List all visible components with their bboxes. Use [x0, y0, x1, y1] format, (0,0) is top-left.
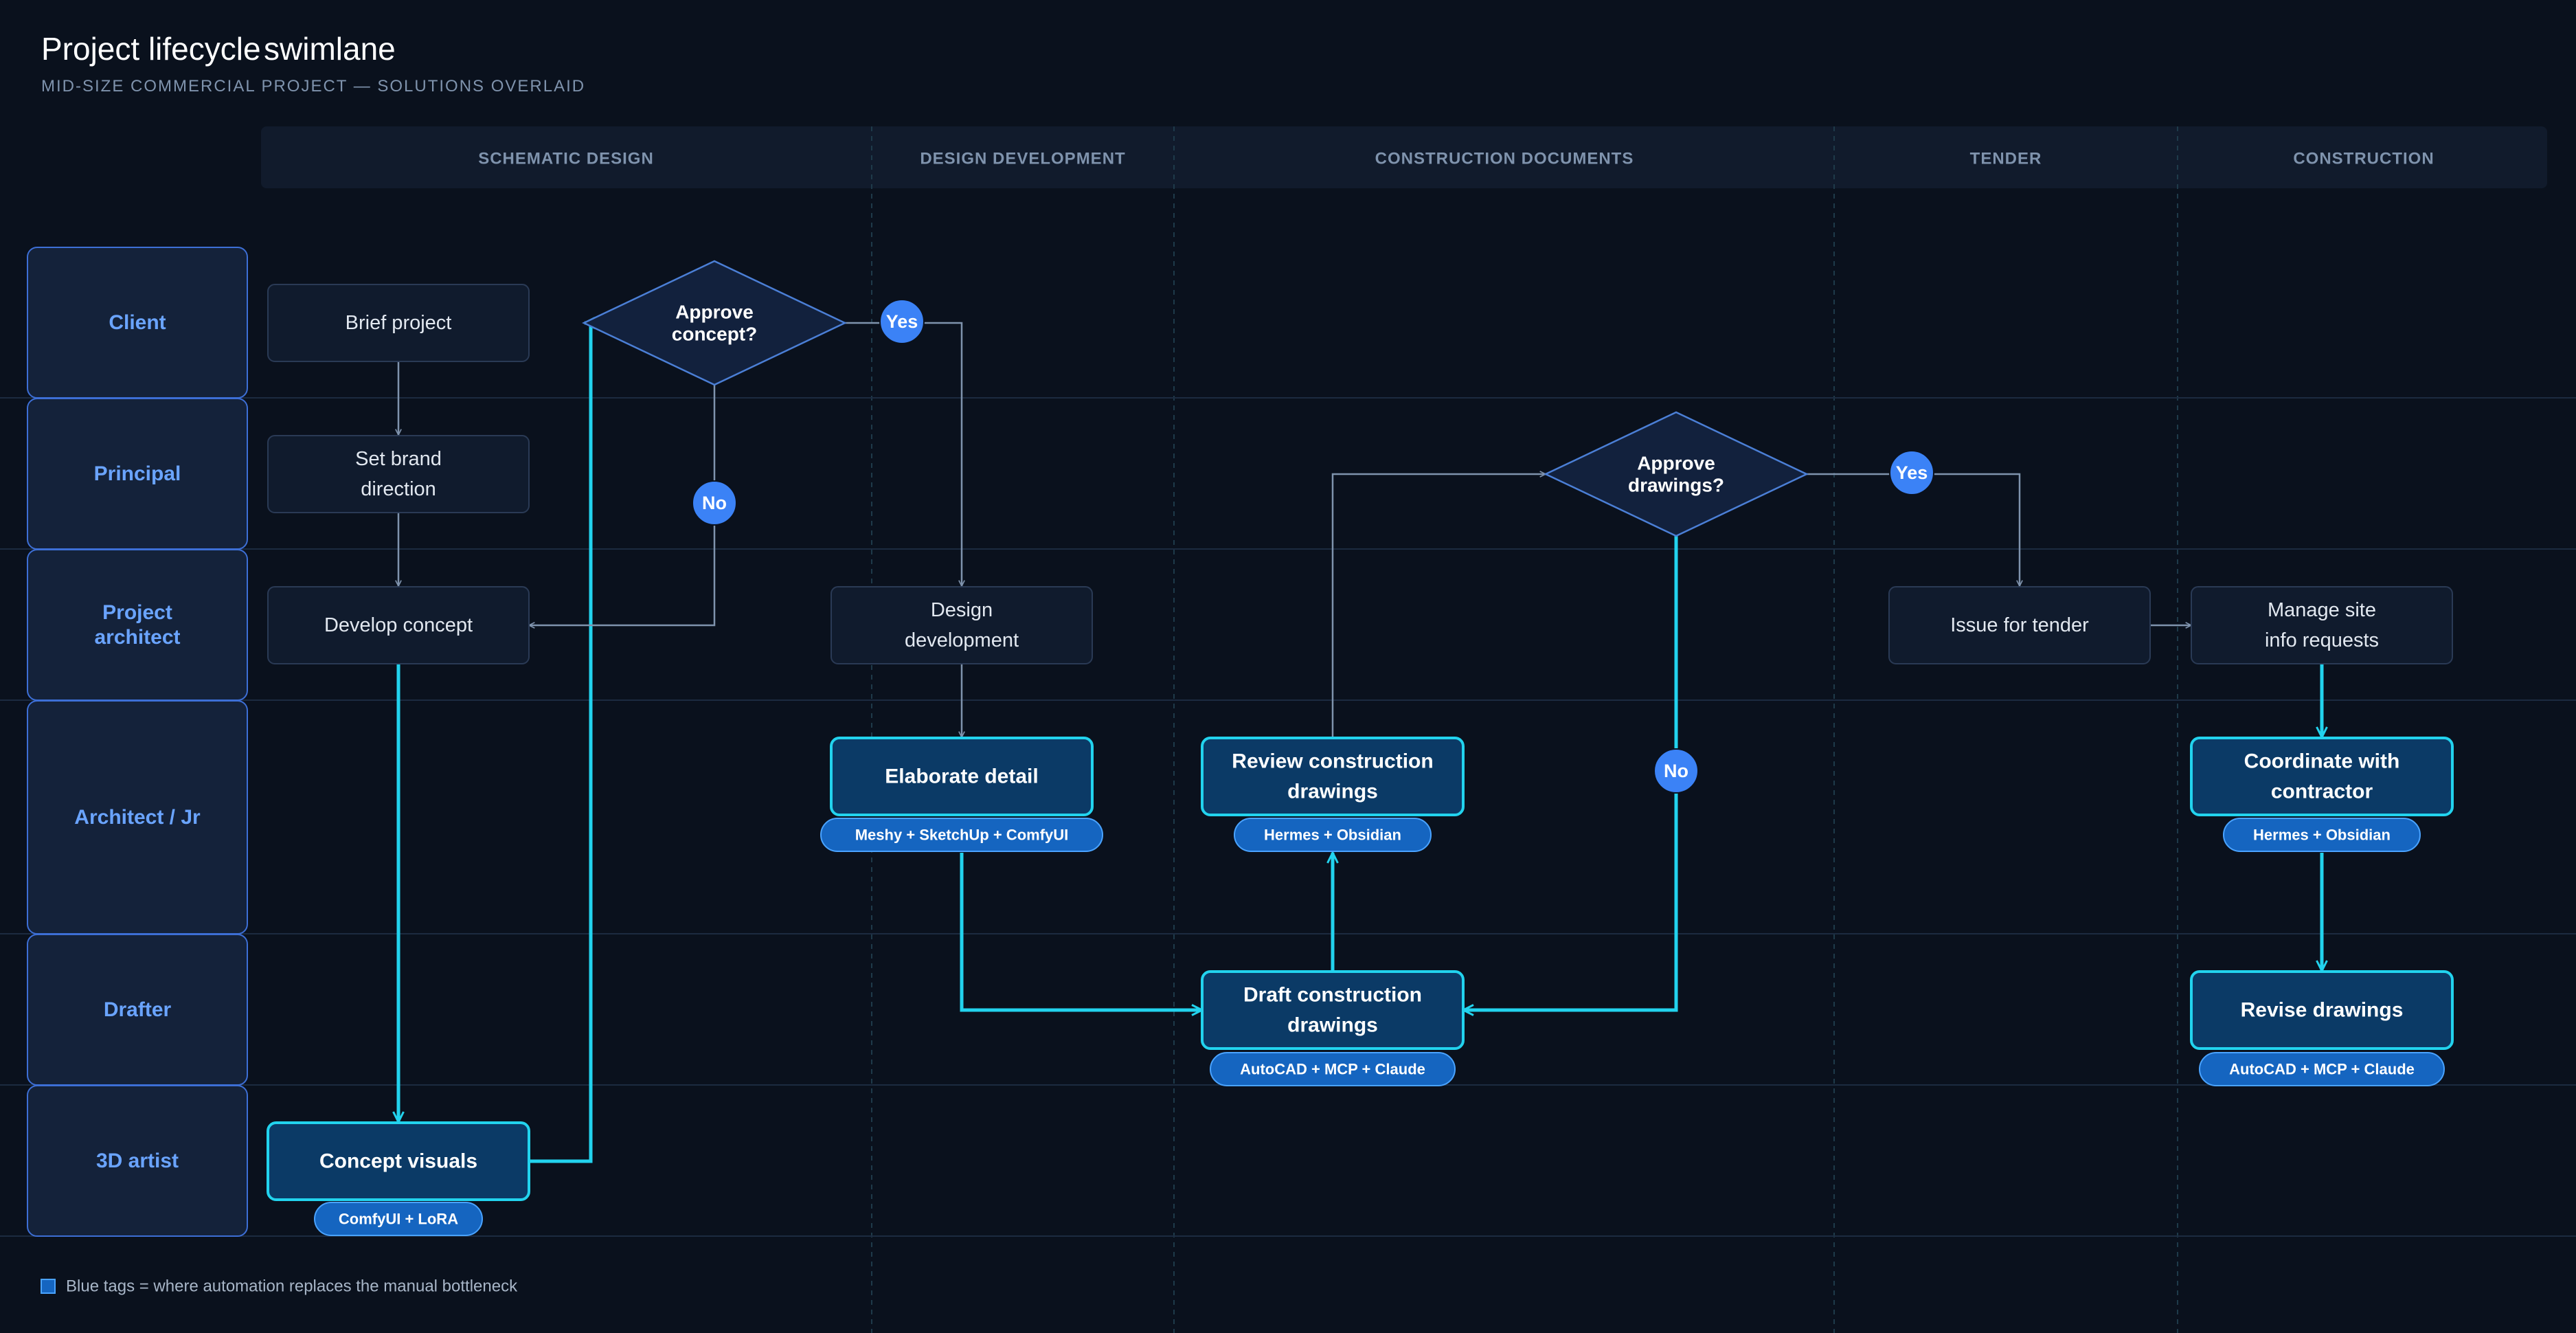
edge-visuals-to-approve [529, 323, 591, 1163]
lane-label-text: Architect / Jr [74, 806, 201, 829]
tag-label-coordinate-with-contractor: Hermes + Obsidian [2253, 827, 2391, 844]
phase-header-construction: CONSTRUCTION [2293, 150, 2434, 168]
tag-label-elaborate-detail: Meshy + SketchUp + ComfyUI [855, 827, 1069, 844]
node-label-elaborate-detail: Elaborate detail [885, 765, 1038, 788]
node-label-issue-for-tender: Issue for tender [1950, 614, 2089, 636]
edge-review-to-approve [1331, 474, 1546, 737]
badge-label-no-concept: No [702, 493, 727, 513]
badge-label-yes-drawings: Yes [1896, 462, 1928, 483]
lane-label-project-architect [27, 549, 248, 701]
tag-label-concept-visuals: ComfyUI + LoRA [339, 1211, 458, 1228]
decision-label-approve-concept: Approve concept? [672, 302, 757, 345]
phase-header-design-development: DESIGN DEVELOPMENT [920, 150, 1125, 168]
edge-detail-to-draft [960, 853, 1202, 1010]
node-set-brand-direction[interactable] [267, 435, 530, 513]
swimlane-diagram: SCHEMATIC DESIGN DESIGN DEVELOPMENT CONSTR… [0, 126, 2576, 1333]
node-label-concept-visuals: Concept visuals [319, 1150, 477, 1173]
phase-header-schematic-design: SCHEMATIC DESIGN [478, 150, 654, 168]
node-design-development[interactable] [831, 586, 1093, 664]
decision-label-approve-drawings: Approve drawings? [1628, 453, 1724, 496]
tag-label-revise-drawings: AutoCAD + MCP + Claude [2229, 1061, 2415, 1078]
edge-yes-to-design-dev [845, 322, 962, 586]
node-label-brief-project: Brief project [346, 312, 452, 334]
lane-label-text: 3D artist [96, 1150, 179, 1172]
node-manage-site-info-requests[interactable] [2191, 586, 2453, 664]
node-label-revise-drawings: Revise drawings [2241, 999, 2404, 1022]
phase-header-tender: TENDER [1970, 150, 2042, 168]
legend-swatch [41, 1279, 56, 1294]
tag-label-draft-construction-drawings: AutoCAD + MCP + Claude [1240, 1061, 1425, 1078]
badge-label-yes-concept: Yes [886, 311, 918, 332]
lane-label-text: Client [109, 311, 166, 334]
edge-no-to-draft [1463, 536, 1678, 1010]
phase-header-construction-documents: CONSTRUCTION DOCUMENTS [1375, 150, 1634, 168]
node-label-develop-concept: Develop concept [324, 614, 473, 636]
lane-label-text: Drafter [104, 998, 172, 1021]
edge-no-to-concept [529, 385, 716, 625]
tag-label-review-construction-drawings: Hermes + Obsidian [1264, 827, 1401, 844]
legend-text: Blue tags = where automation replaces th… [66, 1277, 518, 1296]
lane-label-text: Principal [94, 462, 181, 485]
badge-label-no-drawings: No [1664, 761, 1688, 781]
